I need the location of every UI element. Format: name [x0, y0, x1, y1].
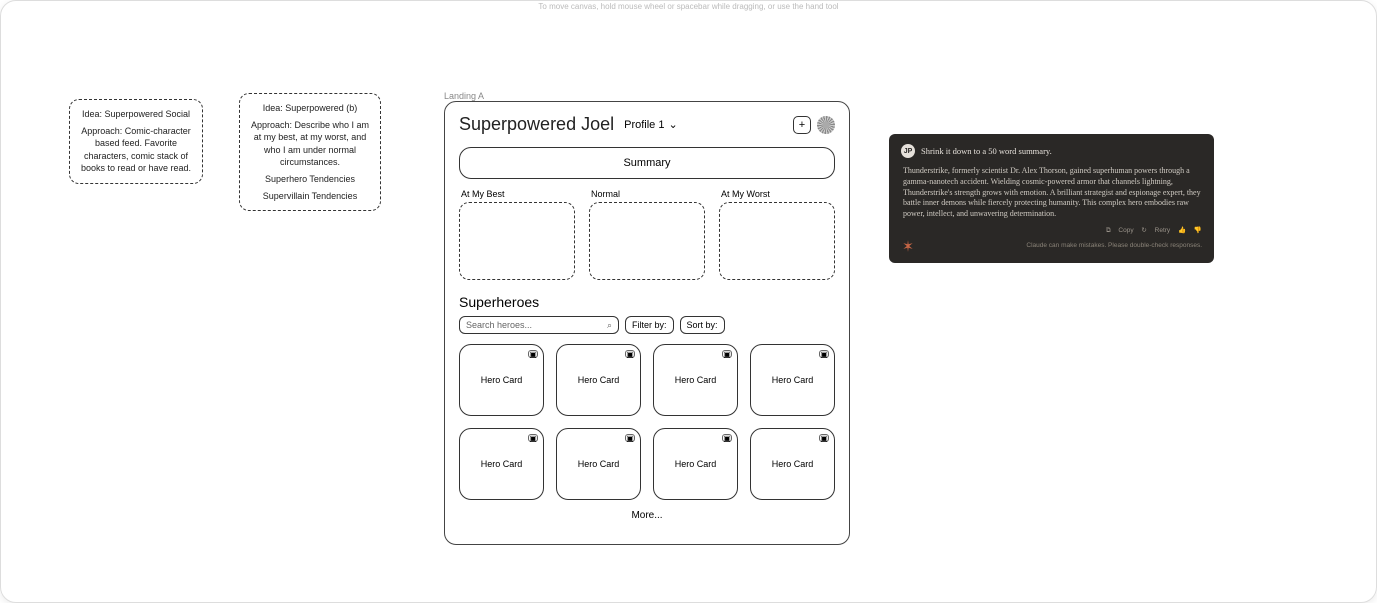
filter-button[interactable]: Filter by:: [625, 316, 674, 334]
app-title: Superpowered Joel: [459, 114, 614, 135]
hero-card-label: Hero Card: [481, 459, 523, 469]
search-placeholder: Search heroes...: [466, 320, 532, 330]
image-icon: ▣: [625, 434, 635, 442]
chat-response: Thunderstrike, formerly scientist Dr. Al…: [901, 166, 1202, 220]
search-row: Search heroes... ⌕ Filter by: Sort by:: [459, 316, 835, 334]
sticky-body: Approach: Comic-character based feed. Fa…: [80, 125, 192, 175]
hero-card[interactable]: ▣ Hero Card: [750, 344, 835, 416]
chevron-down-icon: ⌄: [668, 118, 677, 131]
copy-button[interactable]: ⧉ Copy: [1106, 227, 1134, 234]
chat-actions: ⧉ Copy ↻ Retry 👍 👎: [901, 226, 1202, 235]
hero-card-label: Hero Card: [481, 375, 523, 385]
hero-card-label: Hero Card: [772, 459, 814, 469]
chat-prompt-row: JP Shrink it down to a 50 word summary.: [901, 144, 1202, 158]
retry-button[interactable]: ↻ Retry: [1141, 227, 1170, 234]
thumbs-up-icon[interactable]: 👍: [1178, 227, 1186, 234]
state-label-normal: Normal: [589, 189, 705, 199]
hero-card-label: Hero Card: [675, 375, 717, 385]
user-avatar: JP: [901, 144, 915, 158]
frame-label[interactable]: Landing A: [444, 91, 484, 101]
thumbs-down-icon[interactable]: 👎: [1194, 227, 1202, 234]
app-header: Superpowered Joel Profile 1 ⌄ +: [459, 114, 835, 135]
hero-card-label: Hero Card: [772, 375, 814, 385]
hero-card[interactable]: ▣ Hero Card: [459, 344, 544, 416]
hero-card[interactable]: ▣ Hero Card: [556, 344, 641, 416]
state-label-best: At My Best: [459, 189, 575, 199]
state-box-worst[interactable]: [719, 202, 835, 280]
more-link[interactable]: More...: [459, 510, 835, 521]
add-button[interactable]: +: [793, 116, 811, 134]
image-icon: ▣: [819, 350, 829, 358]
avatar[interactable]: [817, 116, 835, 134]
hero-card[interactable]: ▣ Hero Card: [750, 428, 835, 500]
hero-card[interactable]: ▣ Hero Card: [459, 428, 544, 500]
image-icon: ▣: [722, 350, 732, 358]
sort-button[interactable]: Sort by:: [680, 316, 725, 334]
summary-box[interactable]: Summary: [459, 147, 835, 179]
canvas-viewport[interactable]: To move canvas, hold mouse wheel or spac…: [0, 0, 1377, 603]
hero-card[interactable]: ▣ Hero Card: [653, 428, 738, 500]
state-box-best[interactable]: [459, 202, 575, 280]
sticky-note-1[interactable]: Idea: Superpowered Social Approach: Comi…: [69, 99, 203, 184]
search-input[interactable]: Search heroes... ⌕: [459, 316, 619, 334]
search-icon: ⌕: [607, 320, 612, 331]
profile-dropdown[interactable]: Profile 1 ⌄: [624, 118, 678, 131]
hero-card-label: Hero Card: [675, 459, 717, 469]
hero-card[interactable]: ▣ Hero Card: [653, 344, 738, 416]
hero-card-label: Hero Card: [578, 459, 620, 469]
image-icon: ▣: [625, 350, 635, 358]
sticky-title: Idea: Superpowered (b): [250, 102, 370, 115]
state-label-worst: At My Worst: [719, 189, 835, 199]
profile-label: Profile 1: [624, 119, 664, 131]
summary-label: Summary: [623, 157, 670, 169]
plus-icon: +: [799, 119, 805, 131]
wireframe-landing-a[interactable]: Superpowered Joel Profile 1 ⌄ + Summary …: [444, 101, 850, 545]
sticky-line-hero: Superhero Tendencies: [250, 173, 370, 186]
sticky-note-2[interactable]: Idea: Superpowered (b) Approach: Describ…: [239, 93, 381, 211]
chat-prompt-text: Shrink it down to a 50 word summary.: [921, 146, 1052, 156]
sticky-body: Approach: Describe who I am at my best, …: [250, 119, 370, 169]
chat-panel[interactable]: JP Shrink it down to a 50 word summary. …: [889, 134, 1214, 263]
image-icon: ▣: [528, 350, 538, 358]
state-box-normal[interactable]: [589, 202, 705, 280]
chat-disclaimer: Claude can make mistakes. Please double-…: [1026, 242, 1202, 249]
hero-card-label: Hero Card: [578, 375, 620, 385]
image-icon: ▣: [722, 434, 732, 442]
image-icon: ▣: [819, 434, 829, 442]
canvas-hint: To move canvas, hold mouse wheel or spac…: [1, 1, 1376, 11]
image-icon: ▣: [528, 434, 538, 442]
sticky-line-villain: Supervillain Tendencies: [250, 190, 370, 203]
sticky-title: Idea: Superpowered Social: [80, 108, 192, 121]
assistant-logo-icon: [901, 239, 915, 253]
hero-card[interactable]: ▣ Hero Card: [556, 428, 641, 500]
hero-grid: ▣ Hero Card ▣ Hero Card ▣ Hero Card ▣ Hero C…: [459, 344, 835, 500]
states-row: At My Best Normal At My Worst: [459, 189, 835, 280]
section-superheroes: Superheroes: [459, 294, 835, 310]
